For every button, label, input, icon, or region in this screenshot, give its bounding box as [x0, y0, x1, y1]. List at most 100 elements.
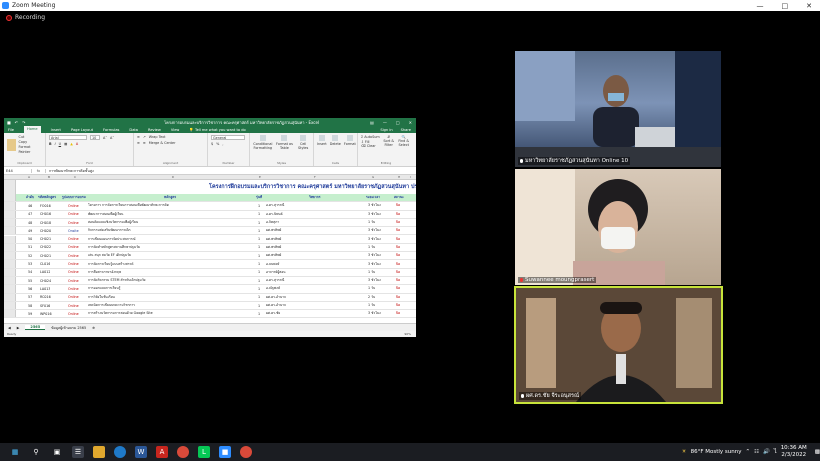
language-icon[interactable]: ไ: [774, 448, 777, 456]
cell-trainer[interactable]: ผศ.พรทิพย์: [266, 245, 364, 250]
cell-no[interactable]: 55: [28, 279, 32, 283]
cell-course[interactable]: การออกแบบการเรียนรู้: [88, 286, 256, 291]
cell-course[interactable]: การจัดทำหลักสูตรสถานศึกษาปฐมวัย: [88, 245, 256, 250]
file-explorer-icon[interactable]: [93, 446, 105, 458]
cell-hours[interactable]: 1 วัน: [368, 303, 375, 308]
tell-me-box[interactable]: 💡 Tell me what you want to do: [189, 128, 245, 132]
row-number[interactable]: [4, 285, 16, 293]
cell-status[interactable]: ปิด: [396, 245, 400, 250]
insert-cells-button[interactable]: Insert: [317, 135, 327, 146]
cell-trainer[interactable]: ผศ.พรทิพย์: [266, 228, 364, 233]
align-top-icon[interactable]: ≡: [137, 135, 140, 139]
cell-status[interactable]: ปิด: [396, 278, 400, 283]
clock[interactable]: 10:36 AM 2/3/2022: [781, 445, 807, 459]
format-painter-button[interactable]: Format Painter: [19, 145, 31, 154]
cell-no[interactable]: 53: [28, 262, 32, 266]
task-view-icon[interactable]: ▣: [51, 446, 63, 458]
table-row[interactable]: 55 CH024 Online การจัดกิจกรรม STEM สำหรับเด…: [4, 277, 416, 286]
cell-mode[interactable]: Online: [68, 312, 79, 316]
col-h[interactable]: H: [398, 175, 400, 179]
cell-gen[interactable]: 1: [258, 237, 260, 241]
tray-chevron-icon[interactable]: ⌃: [746, 449, 751, 455]
windows-start-icon[interactable]: ▦: [9, 446, 21, 458]
word-icon[interactable]: W: [135, 446, 147, 458]
cell-hours[interactable]: 3 ชั่วโมง: [368, 311, 381, 316]
row-number[interactable]: [4, 202, 16, 210]
cell-no[interactable]: 47: [28, 212, 32, 216]
cell-gen[interactable]: 1: [258, 262, 260, 266]
cell-course[interactable]: การจัดกิจกรรม STEM สำหรับเด็กปฐมวัย: [88, 278, 256, 283]
cell-no[interactable]: 50: [28, 237, 32, 241]
cell-no[interactable]: 48: [28, 221, 32, 225]
orientation-icon[interactable]: ↗: [143, 135, 146, 139]
tab-review[interactable]: Review: [148, 128, 161, 132]
cell-no[interactable]: 52: [28, 254, 32, 258]
cell-course[interactable]: สอนคิดแบบเชิงนวัตกรรมเพื่อผู้เรียน: [88, 220, 256, 225]
table-row[interactable]: 56 LA013 Online การออกแบบการเรียนรู้ 1 อ.ณัฐพ…: [4, 285, 416, 294]
table-row[interactable]: 51 CH022 Online การจัดทำหลักสูตรสถานศึกษาปฐ…: [4, 243, 416, 253]
minimize-icon[interactable]: —: [757, 2, 764, 10]
chrome-icon[interactable]: [177, 446, 189, 458]
cell-course[interactable]: การสื่อสารภาษาอังกฤษ: [88, 270, 256, 275]
cell-code[interactable]: CH016: [40, 212, 51, 216]
cell-status[interactable]: ปิด: [396, 220, 400, 225]
cell-code[interactable]: CH024: [40, 279, 51, 283]
cell-course[interactable]: พัฒนาการสอนเพื่อผู้เรียน: [88, 212, 256, 217]
row-number[interactable]: [4, 235, 16, 243]
cell-code[interactable]: LA013: [40, 287, 50, 291]
cell-no[interactable]: 49: [28, 229, 32, 233]
font-size-select[interactable]: 10: [90, 135, 100, 140]
tab-scroll-left-icon[interactable]: ◀: [8, 326, 11, 330]
cell-gen[interactable]: 1: [258, 204, 260, 208]
cell-gen[interactable]: 1: [258, 287, 260, 291]
cell-mode[interactable]: Online: [68, 237, 79, 241]
delete-cells-button[interactable]: Delete: [330, 135, 341, 146]
cell-status[interactable]: ปิด: [396, 203, 400, 208]
percent-icon[interactable]: %: [216, 142, 219, 146]
cell-trainer[interactable]: ผศ.ดร.อำนาจ: [266, 295, 364, 300]
tab-page-layout[interactable]: Page Layout: [71, 128, 93, 132]
cell-gen[interactable]: 1: [258, 221, 260, 225]
cell-code[interactable]: FO016: [40, 204, 51, 208]
cell-hours[interactable]: 1 วัน: [368, 220, 375, 225]
col-i[interactable]: I: [410, 175, 411, 179]
tab-home[interactable]: Home: [24, 126, 41, 133]
copy-button[interactable]: Copy: [19, 140, 28, 144]
widgets-icon[interactable]: ☰: [72, 446, 84, 458]
cell-code[interactable]: CH018: [40, 221, 51, 225]
share-button[interactable]: Share: [401, 128, 411, 132]
cell-mode[interactable]: Online: [68, 295, 79, 299]
ribbon-display-icon[interactable]: ▤: [370, 120, 374, 125]
close-icon[interactable]: ✕: [806, 2, 812, 10]
cell-trainer[interactable]: อ.ณัฐพงษ์: [266, 286, 364, 291]
row-number[interactable]: [4, 268, 16, 276]
sign-in-link[interactable]: Sign in: [380, 128, 392, 132]
table-row[interactable]: 47 CH016 Online พัฒนาการสอนเพื่อผู้เรียน 1 อ.…: [4, 210, 416, 219]
cell-trainer[interactable]: อ.ดร.นิพนธ์: [266, 212, 364, 217]
cell-mode[interactable]: Online: [68, 221, 79, 225]
cell-trainer[interactable]: อ.ดร.สุวรรณี: [266, 278, 364, 283]
table-row[interactable]: 59 WP016 Online การสร้างนวัตกรรมการสอนด้วย …: [4, 310, 416, 319]
cell-mode[interactable]: Online: [68, 287, 79, 291]
cell-no[interactable]: 58: [28, 304, 32, 308]
sheet-tab-2565[interactable]: 2565: [25, 325, 46, 330]
cell-trainer[interactable]: อ.ธนพงษ์: [266, 262, 364, 267]
maximize-icon[interactable]: □: [782, 2, 789, 10]
shrink-font-icon[interactable]: A˅: [110, 136, 114, 140]
cell-course[interactable]: โครงการ การจัดการเรียนการสอนเพื่อพัฒนาทั…: [88, 203, 256, 208]
cell-code[interactable]: RC016: [40, 295, 51, 299]
conditional-formatting-button[interactable]: Conditional Formatting: [253, 135, 273, 150]
row-number[interactable]: [4, 252, 16, 260]
cell-gen[interactable]: 1: [258, 279, 260, 283]
row-number[interactable]: [4, 227, 16, 235]
cell-course[interactable]: การสร้างนวัตกรรมการสอนด้วย Google Site: [88, 311, 256, 316]
cell-course[interactable]: เล่น สนุก สมวัย EF เด็กปฐมวัย: [88, 253, 256, 258]
col-a[interactable]: A: [28, 175, 30, 179]
underline-icon[interactable]: U: [59, 142, 61, 146]
fx-icon[interactable]: fx: [32, 168, 46, 173]
search-icon[interactable]: ⚲: [30, 446, 42, 458]
cell-code[interactable]: CH022: [40, 245, 51, 249]
col-e[interactable]: E: [259, 175, 261, 179]
font-color-icon[interactable]: A: [76, 142, 78, 146]
cell-trainer[interactable]: ผศ.ดร.ชัย: [266, 311, 364, 316]
